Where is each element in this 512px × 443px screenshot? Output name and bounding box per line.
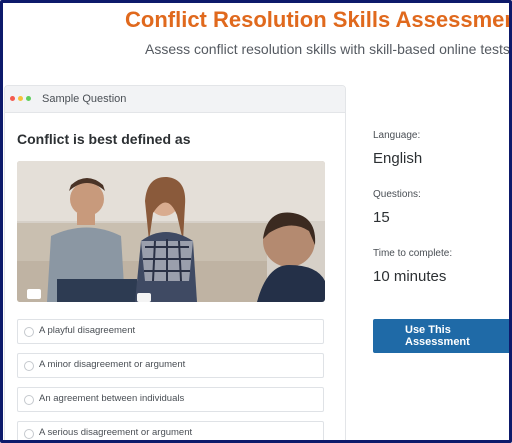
radio-icon[interactable] [24, 395, 34, 405]
card-header-label: Sample Question [42, 93, 127, 105]
question-photo [17, 161, 325, 302]
radio-icon[interactable] [24, 361, 34, 371]
radio-icon[interactable] [24, 327, 34, 337]
window-dot-green-icon [26, 96, 31, 101]
page-title: Conflict Resolution Skills Assessment [125, 7, 512, 32]
option-label: A serious disagreement or argument [39, 427, 193, 438]
option-label: An agreement between individuals [39, 393, 185, 404]
language-value: English [373, 150, 423, 167]
option-4[interactable]: A serious disagreement or argument [17, 421, 324, 440]
option-2[interactable]: A minor disagreement or argument [17, 353, 324, 378]
window-dot-red-icon [10, 96, 15, 101]
window-frame: Conflict Resolution Skills Assessment As… [0, 0, 512, 443]
option-label: A playful disagreement [39, 325, 136, 336]
questions-value: 15 [373, 209, 390, 226]
question-text: Conflict is best defined as [17, 131, 191, 147]
option-1[interactable]: A playful disagreement [17, 319, 324, 344]
language-label: Language: [373, 130, 421, 141]
page-subtitle: Assess conflict resolution skills with s… [145, 41, 510, 57]
time-label: Time to complete: [373, 248, 453, 259]
card-header: Sample Question [5, 86, 345, 113]
time-value: 10 minutes [373, 268, 447, 285]
use-assessment-button[interactable]: Use This Assessment [373, 319, 509, 353]
questions-label: Questions: [373, 189, 421, 200]
option-label: A minor disagreement or argument [39, 359, 186, 370]
option-3[interactable]: An agreement between individuals [17, 387, 324, 412]
window-dot-yellow-icon [18, 96, 23, 101]
radio-icon[interactable] [24, 429, 34, 439]
sample-question-card: Sample Question Conflict is best defined… [4, 85, 346, 440]
